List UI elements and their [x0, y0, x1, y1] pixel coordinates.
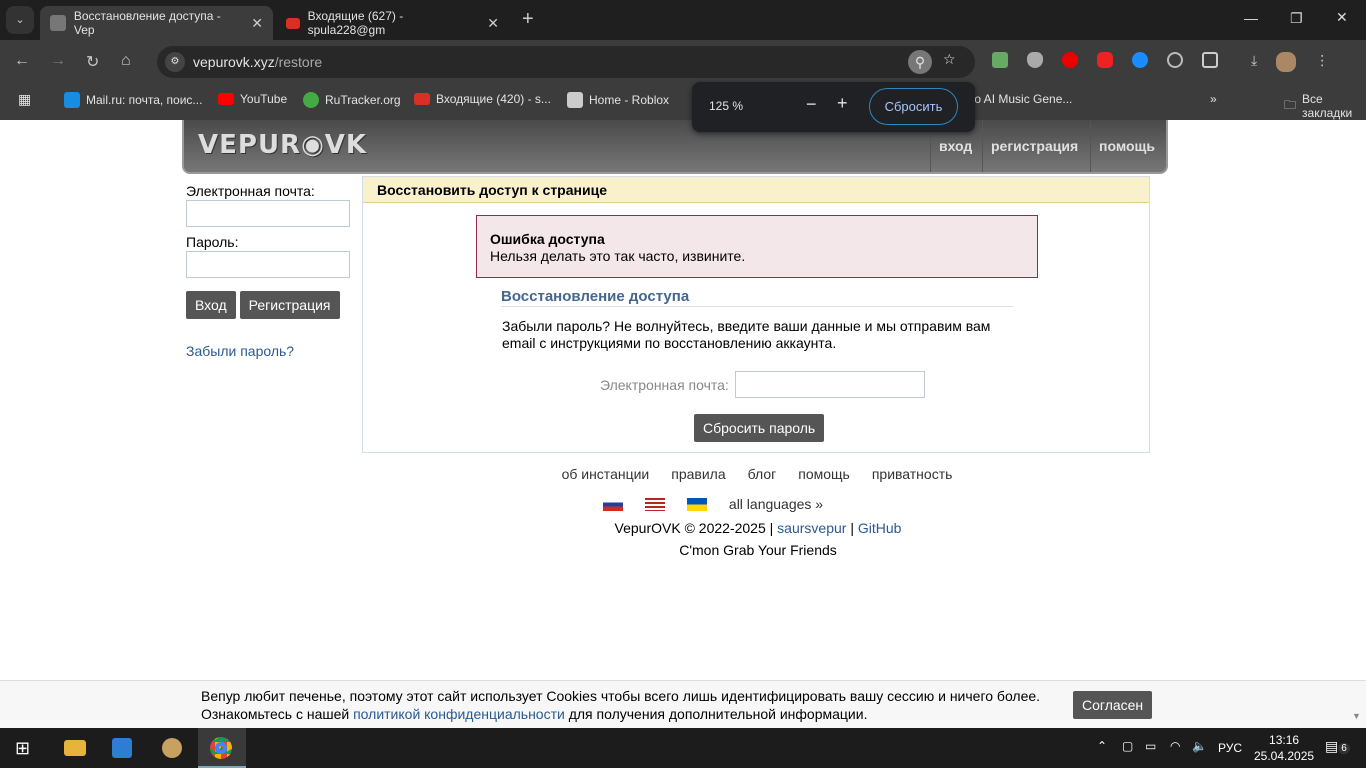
gmail-icon — [286, 17, 300, 29]
file-explorer-icon[interactable] — [64, 740, 86, 756]
windows-start-icon[interactable]: ⊞ — [15, 738, 30, 759]
rutracker-icon — [303, 92, 319, 108]
bookmarks-bar: ▦ Mail.ru: почта, поис... YouTube RuTrac… — [0, 84, 1366, 120]
hand-stop-extension-icon[interactable] — [1062, 52, 1078, 68]
youtube-icon — [218, 93, 234, 105]
new-tab-button[interactable]: + — [522, 8, 534, 31]
back-icon[interactable]: ← — [14, 52, 30, 70]
bookmark-roblox[interactable]: Home - Roblox — [567, 92, 669, 108]
privacy-policy-link[interactable]: политикой конфиденциальности — [353, 706, 565, 722]
profile-avatar[interactable] — [1276, 52, 1297, 72]
nav-register[interactable]: регистрация — [982, 120, 1086, 172]
footer-link-blog[interactable]: блог — [748, 466, 777, 482]
sidebar-password-input[interactable] — [186, 251, 350, 278]
store-icon[interactable] — [112, 738, 132, 758]
clock[interactable]: 13:16 25.04.2025 — [1254, 732, 1314, 764]
mailru-icon — [64, 92, 80, 108]
zoom-popup: 125 % − + Сбросить — [692, 82, 975, 132]
cookie-accept-button[interactable]: Согласен — [1073, 691, 1153, 719]
bookmark-music[interactable]: dio AI Music Gene... — [965, 92, 1072, 106]
menu-icon[interactable]: ⋮ — [1315, 52, 1329, 72]
close-tab-icon[interactable]: ✕ — [251, 15, 263, 32]
footer-link-about[interactable]: об инстанции — [562, 466, 650, 482]
camera-icon[interactable]: ▢ — [1122, 739, 1133, 753]
github-link[interactable]: GitHub — [858, 520, 902, 536]
bookmark-rutracker[interactable]: RuTracker.org — [303, 92, 401, 108]
language-indicator[interactable]: РУС — [1218, 741, 1242, 755]
flag-usa-icon[interactable] — [644, 497, 665, 511]
wifi-icon[interactable]: ◠ — [1170, 739, 1180, 753]
site-header: VEPUR◉VK вход регистрация помощь — [182, 120, 1168, 174]
extension-icon[interactable] — [992, 52, 1008, 68]
minimize-button[interactable]: — — [1244, 10, 1258, 26]
footer-link-privacy[interactable]: приватность — [872, 466, 953, 482]
scrollbar[interactable]: ▼ — [1352, 711, 1364, 723]
taskbar: ⊞ ⌃ ▢ ▭ ◠ 🔈 РУС 13:16 25.04.2025 ▤ 6 — [0, 728, 1366, 768]
tab-strip: ⌄ Восстановление доступа - Vep ✕ Входящие… — [0, 0, 1366, 40]
sidebar-email-input[interactable] — [186, 200, 350, 227]
folder-icon: 🗀 — [1284, 97, 1297, 112]
restore-panel: Восстановить доступ к странице Ошибка до… — [362, 176, 1150, 453]
login-button[interactable]: Вход — [186, 291, 236, 319]
footer: об инстанции правила блог помощь приватн… — [561, 466, 953, 558]
forgot-password-link[interactable]: Забыли пароль? — [186, 343, 350, 359]
zoom-out-button[interactable]: − — [806, 94, 817, 115]
all-languages-link[interactable]: all languages » — [729, 496, 823, 512]
bookmark-gmail[interactable]: Входящие (420) - s... — [414, 92, 551, 106]
shazam-icon[interactable] — [1132, 52, 1148, 68]
site-logo[interactable]: VEPUR◉VK — [198, 130, 367, 160]
reset-password-button[interactable]: Сбросить пароль — [694, 414, 825, 442]
show-hidden-icons[interactable]: ⌃ — [1097, 739, 1107, 753]
footer-link-rules[interactable]: правила — [671, 466, 725, 482]
globe-icon[interactable] — [1167, 52, 1183, 68]
nav-help[interactable]: помощь — [1090, 120, 1163, 172]
extensions-area: ⤓ ⋮ — [992, 52, 1329, 72]
puzzle-extensions-icon[interactable] — [1202, 52, 1218, 68]
more-bookmarks-icon[interactable]: » — [1210, 92, 1217, 106]
zoom-level: 125 % — [709, 99, 744, 113]
adblock-plus-icon[interactable] — [1097, 52, 1113, 68]
panel-header: Восстановить доступ к странице — [363, 177, 1149, 203]
bookmark-star-icon[interactable]: ☆ — [943, 51, 956, 68]
forward-icon[interactable]: → — [50, 52, 66, 70]
all-bookmarks[interactable]: 🗀 Все закладки — [1284, 92, 1366, 120]
tab-active[interactable]: Восстановление доступа - Vep ✕ — [40, 6, 273, 40]
register-button[interactable]: Регистрация — [239, 291, 340, 319]
restore-email-input[interactable] — [735, 371, 925, 398]
flag-russia-icon[interactable] — [602, 497, 623, 511]
bookmark-youtube[interactable]: YouTube — [218, 92, 287, 106]
cookie-banner: Вепур любит печенье, поэтому этот сайт и… — [0, 680, 1366, 728]
paint-icon[interactable] — [162, 738, 182, 758]
chrome-taskbar-button[interactable] — [198, 728, 246, 768]
site-settings-icon[interactable]: ⚙ — [165, 52, 185, 72]
tab-gmail[interactable]: Входящие (627) - spula228@gm ✕ — [276, 6, 509, 40]
close-tab-icon[interactable]: ✕ — [487, 15, 499, 32]
bookmark-mailru[interactable]: Mail.ru: почта, поис... — [64, 92, 202, 108]
footer-link-help[interactable]: помощь — [798, 466, 850, 482]
error-message: Ошибка доступа Нельзя делать это так час… — [476, 215, 1038, 278]
home-icon[interactable]: ⌂ — [121, 52, 131, 70]
zoom-icon[interactable]: ⚲ — [908, 50, 932, 74]
reload-icon[interactable]: ↻ — [86, 52, 99, 72]
shield-extension-icon[interactable] — [1027, 52, 1043, 68]
battery-icon[interactable]: ▭ — [1145, 739, 1156, 753]
author-link[interactable]: saursvepur — [777, 520, 846, 536]
login-sidebar: Электронная почта: Пароль: Вход Регистрац… — [186, 183, 350, 359]
apps-icon[interactable]: ▦ — [18, 91, 31, 108]
address-bar[interactable]: ⚙ vepurovk.xyz/restore ⚲ ☆ — [157, 46, 975, 78]
section-title: Восстановление доступа — [501, 288, 1013, 307]
chrome-icon — [210, 737, 232, 759]
roblox-icon — [567, 92, 583, 108]
volume-icon[interactable]: 🔈 — [1192, 739, 1207, 753]
gmail-icon — [414, 93, 430, 105]
restore-button[interactable]: ❐ — [1290, 10, 1303, 27]
zoom-reset-button[interactable]: Сбросить — [869, 88, 958, 125]
tab-search-button[interactable]: ⌄ — [6, 6, 34, 34]
zoom-in-button[interactable]: + — [837, 93, 848, 114]
download-icon[interactable]: ⤓ — [1251, 52, 1257, 72]
close-window-button[interactable]: ✕ — [1336, 9, 1348, 26]
flag-ukraine-icon[interactable] — [686, 497, 707, 511]
vepurovk-favicon-icon — [50, 15, 66, 31]
notifications-icon[interactable]: ▤ 6 — [1325, 738, 1350, 755]
